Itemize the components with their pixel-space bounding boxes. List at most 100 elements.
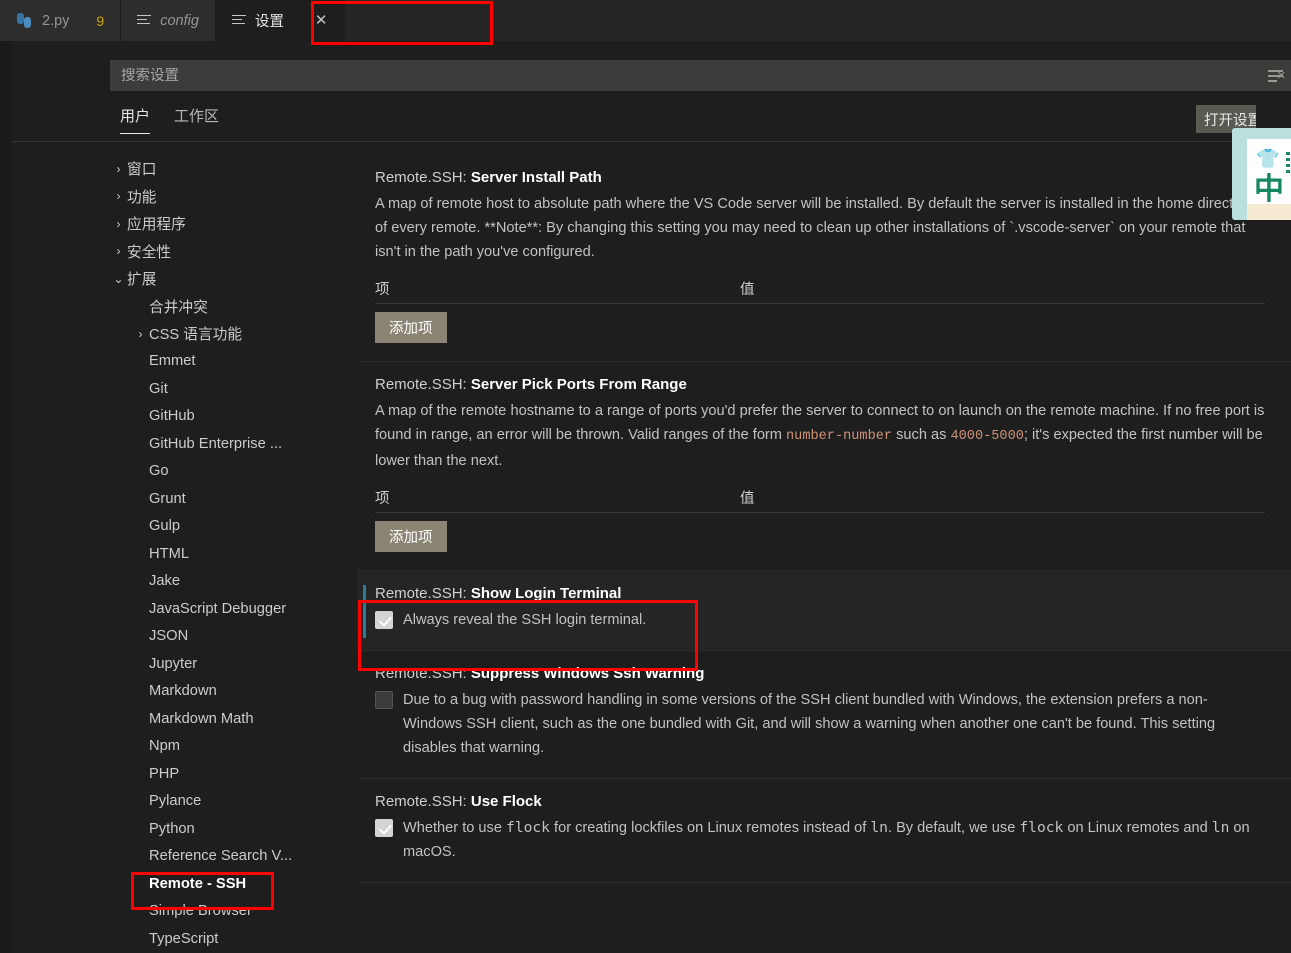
- editor-tab-config[interactable]: config: [121, 0, 216, 41]
- sidebar-item-Gulp[interactable]: ›Gulp: [12, 513, 357, 541]
- sidebar-item-Npm[interactable]: ›Npm: [12, 733, 357, 761]
- sidebar-item-label: Emmet: [149, 353, 196, 370]
- sidebar-item-label: JSON: [149, 628, 189, 645]
- editor-tab-2.py[interactable]: 2.py 9: [0, 0, 122, 41]
- tab-label: config: [160, 12, 199, 29]
- sidebar-item-Pylance[interactable]: ›Pylance: [12, 788, 357, 816]
- chevron-right-icon: ›: [132, 519, 149, 533]
- setting-row-server-pick-ports-from-range[interactable]: Remote.SSH: Server Pick Ports From Range…: [357, 362, 1291, 571]
- add-item-button[interactable]: 添加项: [375, 521, 447, 552]
- ime-mode-glyph: 中: [1254, 173, 1284, 206]
- close-icon[interactable]: ✕: [315, 13, 328, 28]
- sidebar-item-功能[interactable]: › 功能: [12, 183, 357, 211]
- sidebar-item-Markdown Math[interactable]: ›Markdown Math: [12, 705, 357, 733]
- sidebar-item-Jupyter[interactable]: ›Jupyter: [12, 650, 357, 678]
- settings-search-box[interactable]: ✕: [110, 60, 1291, 91]
- sidebar-item-label: 功能: [127, 189, 157, 206]
- setting-checkbox-row[interactable]: Always reveal the SSH login terminal.: [375, 608, 1265, 632]
- sidebar-item-窗口[interactable]: › 窗口: [12, 155, 357, 183]
- setting-title-name: Server Install Path: [470, 169, 602, 186]
- setting-title-prefix: Remote.SSH:: [375, 585, 471, 602]
- sidebar-item-Jake[interactable]: ›Jake: [12, 568, 357, 596]
- setting-title: Remote.SSH: Show Login Terminal: [375, 585, 1265, 602]
- sidebar-item-label: JavaScript Debugger: [149, 600, 287, 617]
- sidebar-item-GitHub Enterprise ...[interactable]: ›GitHub Enterprise ...: [12, 430, 357, 458]
- settings-list[interactable]: Remote.SSH: Server Install Path A map of …: [357, 155, 1291, 953]
- setting-checkbox-label-code: ln: [870, 819, 888, 836]
- setting-title: Remote.SSH: Server Pick Ports From Range: [375, 376, 1265, 393]
- chevron-right-icon: ›: [132, 574, 149, 588]
- ime-card-footer: [1247, 204, 1291, 220]
- setting-checkbox[interactable]: [375, 819, 393, 837]
- sidebar-item-Remote - SSH[interactable]: ›Remote - SSH: [12, 870, 357, 898]
- sidebar-item-CSS 语言功能[interactable]: › CSS 语言功能: [12, 320, 357, 348]
- setting-checkbox-row[interactable]: Whether to use flock for creating lockfi…: [375, 816, 1265, 864]
- chevron-right-icon: ›: [132, 822, 149, 836]
- sidebar-item-Markdown[interactable]: ›Markdown: [12, 678, 357, 706]
- ime-dots-icon: [1286, 152, 1290, 178]
- setting-title-prefix: Remote.SSH:: [375, 169, 471, 186]
- chevron-right-icon: ›: [132, 739, 149, 753]
- sidebar-item-JSON[interactable]: ›JSON: [12, 623, 357, 651]
- sidebar-item-label: Git: [149, 380, 168, 397]
- chevron-right-icon[interactable]: ›: [110, 244, 127, 258]
- sidebar-item-合并冲突[interactable]: ›合并冲突: [12, 293, 357, 321]
- sidebar-item-Python[interactable]: ›Python: [12, 815, 357, 843]
- sidebar-item-Grunt[interactable]: ›Grunt: [12, 485, 357, 513]
- setting-title: Remote.SSH: Suppress Windows Ssh Warning: [375, 665, 1265, 682]
- sidebar-item-label: Markdown: [149, 683, 217, 700]
- activity-bar-edge: [0, 41, 12, 953]
- sidebar-item-TypeScript[interactable]: ›TypeScript: [12, 925, 357, 953]
- sidebar-item-Emmet[interactable]: ›Emmet: [12, 348, 357, 376]
- settings-category-tree[interactable]: ›窗口›功能›应用程序›安全性⌄扩展›合并冲突›CSS 语言功能›Emmet›G…: [12, 155, 357, 953]
- sidebar-item-PHP[interactable]: ›PHP: [12, 760, 357, 788]
- settings-scope-tabs: 用户 工作区: [110, 105, 1291, 142]
- setting-checkbox[interactable]: [375, 611, 393, 629]
- chevron-right-icon: ›: [132, 712, 149, 726]
- add-item-button[interactable]: 添加项: [375, 312, 447, 343]
- sidebar-item-扩展[interactable]: ⌄ 扩展: [12, 265, 357, 293]
- sidebar-item-label: Reference Search V...: [149, 848, 293, 865]
- scope-tabs-divider: [12, 141, 1291, 142]
- chevron-right-icon: ›: [132, 299, 149, 313]
- sidebar-item-label: Grunt: [149, 490, 186, 507]
- chevron-down-icon[interactable]: ⌄: [110, 272, 127, 286]
- setting-title-prefix: Remote.SSH:: [375, 793, 471, 810]
- setting-title-name: Suppress Windows Ssh Warning: [470, 665, 705, 682]
- shirt-icon: 👕: [1256, 149, 1280, 170]
- sidebar-item-HTML[interactable]: ›HTML: [12, 540, 357, 568]
- sidebar-item-Git[interactable]: ›Git: [12, 375, 357, 403]
- sidebar-item-Simple Browser[interactable]: ›Simple Browser: [12, 898, 357, 926]
- setting-row-show-login-terminal[interactable]: Remote.SSH: Show Login Terminal Always re…: [357, 571, 1291, 651]
- setting-checkbox-label-text: for creating lockfiles on Linux remotes …: [549, 820, 871, 836]
- search-input[interactable]: [110, 67, 1261, 84]
- sidebar-item-Go[interactable]: ›Go: [12, 458, 357, 486]
- editor-tab-设置[interactable]: 设置 ✕: [215, 0, 345, 41]
- sidebar-item-label: Simple Browser: [149, 903, 252, 920]
- filter-clear-icon[interactable]: ✕: [1261, 60, 1291, 91]
- sidebar-item-安全性[interactable]: › 安全性: [12, 238, 357, 266]
- setting-checkbox-label: Due to a bug with password handling in s…: [403, 688, 1265, 760]
- sidebar-item-GitHub[interactable]: ›GitHub: [12, 403, 357, 431]
- setting-row-use-flock[interactable]: Remote.SSH: Use Flock Whether to use floc…: [357, 779, 1291, 883]
- setting-row-suppress-windows-ssh-warning[interactable]: Remote.SSH: Suppress Windows Ssh Warning…: [357, 651, 1291, 779]
- chevron-right-icon: ›: [132, 492, 149, 506]
- chevron-right-icon[interactable]: ›: [110, 189, 127, 203]
- setting-description-text: such as: [892, 427, 951, 443]
- sidebar-item-Reference Search V...[interactable]: ›Reference Search V...: [12, 843, 357, 871]
- setting-title-name: Server Pick Ports From Range: [470, 376, 687, 393]
- scope-tab-工作区[interactable]: 工作区: [174, 105, 219, 134]
- setting-row-server-install-path[interactable]: Remote.SSH: Server Install Path A map of …: [357, 155, 1291, 362]
- setting-title: Remote.SSH: Use Flock: [375, 793, 1265, 810]
- scope-tab-用户[interactable]: 用户: [120, 105, 151, 134]
- sidebar-item-label: Python: [149, 820, 195, 837]
- chevron-right-icon[interactable]: ›: [110, 217, 127, 231]
- setting-checkbox[interactable]: [375, 691, 393, 709]
- chevron-right-icon[interactable]: ›: [110, 162, 127, 176]
- sidebar-item-label: 安全性: [127, 244, 172, 261]
- setting-checkbox-row[interactable]: Due to a bug with password handling in s…: [375, 688, 1265, 760]
- sidebar-item-label: GitHub: [149, 408, 195, 425]
- chevron-right-icon[interactable]: ›: [132, 327, 149, 341]
- sidebar-item-应用程序[interactable]: › 应用程序: [12, 210, 357, 238]
- sidebar-item-JavaScript Debugger[interactable]: ›JavaScript Debugger: [12, 595, 357, 623]
